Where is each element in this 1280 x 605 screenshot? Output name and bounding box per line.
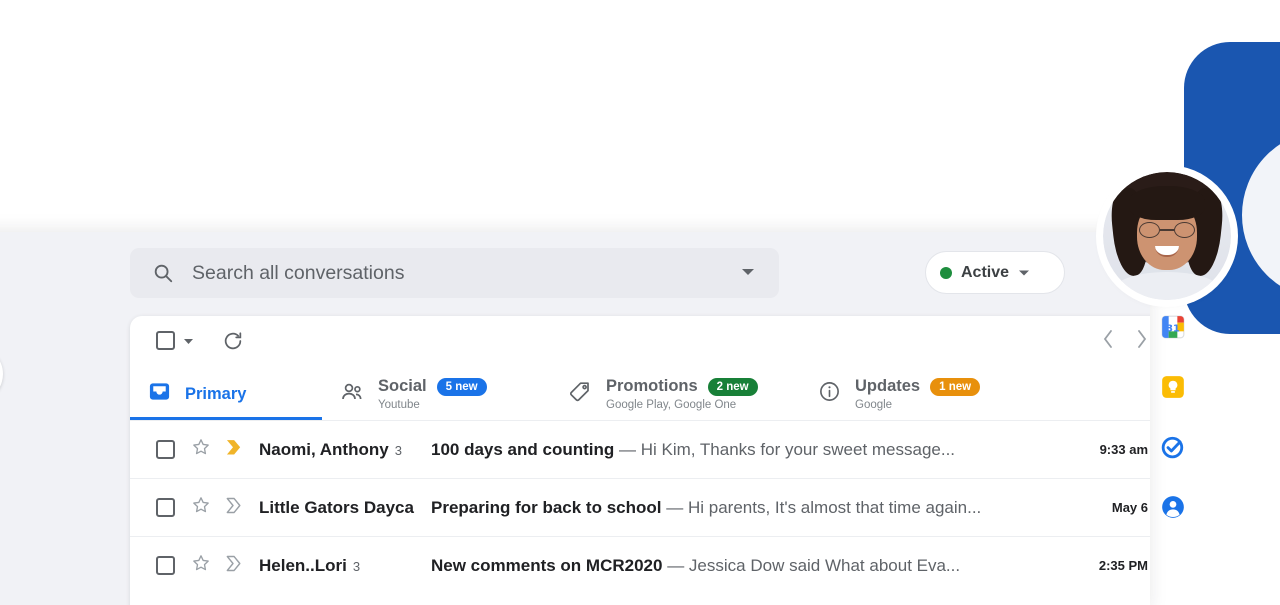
tab-badge: 2 new: [707, 377, 758, 396]
chevron-down-icon[interactable]: [741, 264, 755, 282]
status-dot-icon: [940, 266, 952, 279]
sender-label: Naomi, Anthony: [259, 439, 389, 459]
sender-count: 3: [394, 442, 402, 458]
message-snippet: 100 days and counting — Hi Kim, Thanks f…: [431, 440, 1084, 460]
calendar-icon[interactable]: 31: [1160, 314, 1186, 340]
checkbox-icon[interactable]: [156, 440, 175, 459]
star-icon[interactable]: [191, 495, 211, 520]
snippet-text: Hi parents, It's almost that time again.…: [687, 497, 982, 517]
sender-label: Little Gators Dayca: [259, 497, 414, 517]
important-marker-icon[interactable]: [225, 555, 244, 577]
sender-count: 3: [352, 558, 361, 574]
select-all-checkbox[interactable]: [156, 331, 194, 350]
star-icon[interactable]: [191, 553, 211, 578]
list-toolbar: [130, 316, 1150, 368]
message-list-card: Primary Social 5 new Youtube Promotions …: [130, 316, 1150, 605]
search-bar[interactable]: [130, 248, 779, 298]
message-snippet: New comments on MCR2020 — Jessica Dow sa…: [431, 556, 1083, 576]
snippet-dash: —: [667, 555, 689, 575]
message-subject: New comments on MCR2020: [431, 555, 663, 575]
status-chip[interactable]: Active: [925, 251, 1065, 294]
table-row[interactable]: Naomi, Anthony 3 100 days and counting —…: [130, 420, 1150, 478]
star-icon[interactable]: [191, 437, 211, 462]
category-tabs: Primary Social 5 new Youtube Promotions …: [130, 368, 1150, 420]
chevron-left-icon[interactable]: [1102, 329, 1114, 354]
message-subject: Preparing for back to school: [431, 497, 662, 517]
avatar-hair-fringe: [1129, 186, 1205, 220]
checkbox-icon[interactable]: [156, 556, 175, 575]
tab-subtitle: Google Play, Google One: [606, 399, 737, 411]
pagination-controls: [1102, 329, 1148, 354]
svg-text:31: 31: [1166, 323, 1180, 334]
sender-name: Helen..Lori 3: [259, 556, 431, 576]
keep-icon[interactable]: [1160, 374, 1186, 400]
message-snippet: Preparing for back to school — Hi parent…: [431, 498, 1096, 518]
compose-button[interactable]: pose: [0, 346, 3, 402]
tab-social[interactable]: Social 5 new Youtube: [322, 368, 550, 420]
sender-name: Naomi, Anthony 3: [259, 440, 431, 460]
tab-subtitle: Google: [855, 399, 893, 411]
table-row[interactable]: Little Gators Dayca Preparing for back t…: [130, 478, 1150, 536]
tab-label: Social: [378, 377, 427, 395]
message-subject: 100 days and counting: [431, 439, 615, 459]
chevron-right-icon[interactable]: [1136, 329, 1148, 354]
people-icon: [340, 381, 364, 408]
snippet-text: Jessica Dow said What about Eva...: [688, 555, 961, 575]
avatar: [1103, 172, 1231, 300]
info-icon: [818, 380, 841, 408]
message-time: 2:35 PM: [1098, 558, 1148, 573]
chevron-down-icon[interactable]: [183, 332, 194, 350]
sender-name: Little Gators Dayca: [259, 498, 431, 518]
tab-badge: 5 new: [436, 377, 487, 396]
snippet-text: Hi Kim, Thanks for your sweet message...: [640, 439, 956, 459]
avatar-glasses: [1139, 222, 1195, 238]
snippet-dash: —: [619, 439, 641, 459]
tab-updates[interactable]: Updates 1 new Google: [800, 368, 1000, 420]
avatar-photo: [1103, 172, 1231, 300]
tab-label: Updates: [855, 377, 921, 395]
side-panel-rail: 31: [1150, 314, 1196, 520]
refresh-button[interactable]: [222, 330, 244, 357]
sender-label: Helen..Lori: [259, 555, 347, 575]
tab-label: Primary: [185, 384, 247, 403]
tab-badge: 1 new: [930, 377, 981, 396]
tab-subtitle: Youtube: [378, 399, 420, 411]
checkbox-icon[interactable]: [156, 498, 175, 517]
status-label: Active: [961, 263, 1010, 281]
app-header: nail Active: [0, 232, 1150, 316]
important-marker-icon[interactable]: [225, 497, 244, 519]
search-input[interactable]: [192, 261, 741, 285]
gmail-window: nail Active pose x 4: [0, 232, 1150, 605]
chevron-down-icon[interactable]: [1018, 264, 1030, 282]
checkbox-icon[interactable]: [156, 331, 175, 350]
snippet-dash: —: [666, 497, 688, 517]
search-icon: [152, 262, 174, 284]
table-row[interactable]: Helen..Lori 3 New comments on MCR2020 — …: [130, 536, 1150, 594]
tasks-icon[interactable]: [1160, 434, 1186, 460]
important-marker-icon[interactable]: [225, 439, 244, 461]
tab-label: Promotions: [606, 377, 698, 395]
avatar-shirt: [1115, 272, 1219, 300]
inbox-icon: [148, 380, 171, 408]
contacts-icon[interactable]: [1160, 494, 1186, 520]
tab-primary[interactable]: Primary: [130, 368, 322, 420]
tag-icon: [568, 380, 592, 409]
message-time: 9:33 am: [1099, 442, 1148, 457]
message-time: May 6: [1111, 500, 1148, 515]
tab-promotions[interactable]: Promotions 2 new Google Play, Google One: [550, 368, 800, 420]
